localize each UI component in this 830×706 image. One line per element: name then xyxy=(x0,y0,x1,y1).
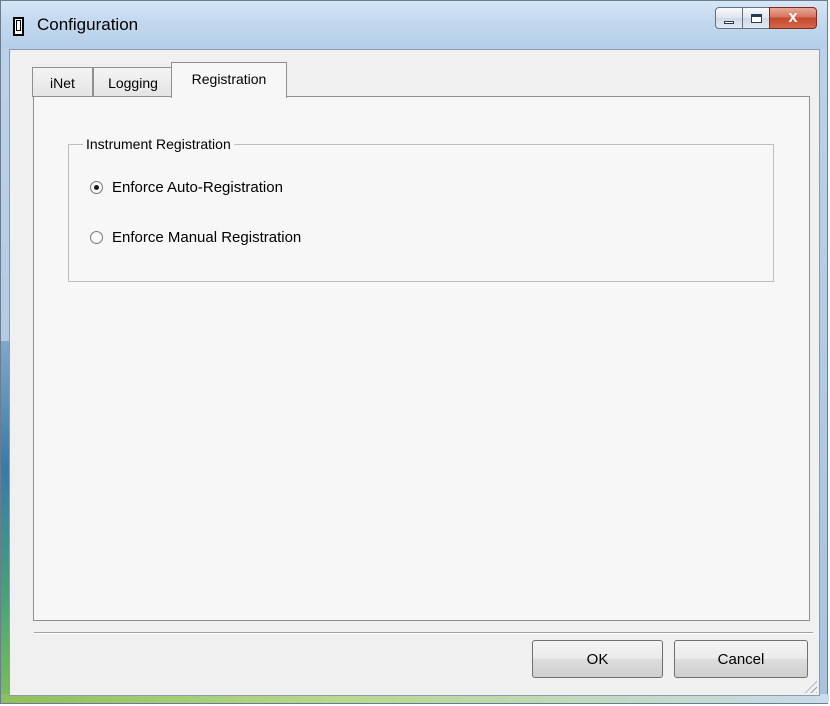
close-icon: X xyxy=(788,11,798,25)
tab-label: Registration xyxy=(191,71,267,87)
registration-tab-panel: Instrument Registration Enforce Auto-Reg… xyxy=(33,96,810,621)
resize-grip-icon[interactable] xyxy=(803,679,817,693)
maximize-button[interactable] xyxy=(742,7,770,29)
tab-logging[interactable]: Logging xyxy=(93,67,173,97)
enforce-auto-registration-option[interactable]: Enforce Auto-Registration xyxy=(90,179,283,196)
radio-label: Enforce Auto-Registration xyxy=(112,179,283,196)
window-title: Configuration xyxy=(37,15,139,34)
minimize-icon xyxy=(724,20,734,24)
tab-inet[interactable]: iNet xyxy=(32,67,93,97)
window-frame-left xyxy=(1,341,9,701)
tab-label: iNet xyxy=(50,74,75,91)
window-controls: X xyxy=(715,7,817,31)
radio-label: Enforce Manual Registration xyxy=(112,229,302,246)
close-button[interactable]: X xyxy=(769,7,817,29)
footer-separator xyxy=(34,632,813,634)
minimize-button[interactable] xyxy=(715,7,743,29)
cancel-button[interactable]: Cancel xyxy=(674,640,808,678)
enforce-manual-registration-option[interactable]: Enforce Manual Registration xyxy=(90,229,301,246)
radio-button[interactable] xyxy=(90,231,103,244)
instrument-registration-group: Instrument Registration Enforce Auto-Reg… xyxy=(68,136,774,282)
dialog-client-area: iNet Logging Registration Instrument Reg… xyxy=(9,49,820,696)
maximize-icon xyxy=(750,13,762,23)
title-bar[interactable]: Configuration X xyxy=(1,1,827,49)
configuration-window: Configuration X iNet Logging Registratio… xyxy=(0,0,829,704)
window-icon xyxy=(13,17,24,36)
group-title: Instrument Registration xyxy=(83,136,234,152)
tab-registration[interactable]: Registration xyxy=(171,62,287,98)
radio-button-checked[interactable] xyxy=(90,181,103,194)
tab-label: Logging xyxy=(108,74,158,91)
ok-button[interactable]: OK xyxy=(532,640,663,678)
